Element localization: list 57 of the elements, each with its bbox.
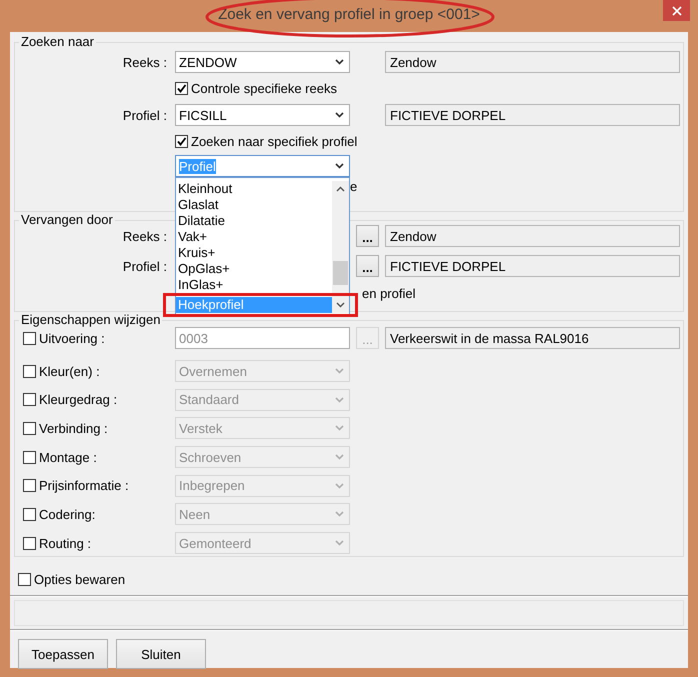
list-option[interactable]: Kleinhout — [176, 181, 332, 197]
caret-icon — [335, 540, 344, 546]
caret-icon — [335, 163, 344, 169]
caret-icon — [335, 425, 344, 432]
checkbox[interactable] — [23, 332, 36, 344]
group-title: Eigenschappen wijzigen — [19, 312, 162, 328]
field-label: Profiel : — [122, 108, 168, 122]
group-title: Vervangen door — [19, 212, 115, 228]
list-option[interactable]: Glaslat — [176, 197, 332, 213]
checkbox-label: Uitvoering : — [39, 330, 105, 346]
list-option[interactable]: Vak+ — [176, 229, 332, 245]
checkbox-label: Zoeken naar specifiek profiel — [191, 134, 358, 148]
checkbox-label: Kleur(en) : — [39, 364, 100, 378]
list-option[interactable]: Dilatatie — [176, 213, 332, 229]
list-option[interactable]: InGlas+ — [176, 277, 332, 293]
checkbox-label: Kleurgedrag : — [39, 392, 118, 408]
close-button[interactable] — [663, 0, 690, 21]
description-field: Zendow — [385, 225, 680, 247]
description-field: FICTIEVE DORPEL — [385, 255, 680, 277]
caret-icon — [335, 59, 344, 65]
dialog-button[interactable]: Toepassen — [18, 639, 108, 669]
scrollbar-thumb[interactable] — [333, 261, 348, 285]
field-label: Reeks : — [122, 54, 168, 70]
checkbox[interactable] — [175, 82, 188, 94]
dropdown[interactable]: FICSILL — [175, 104, 350, 126]
caret-icon — [335, 454, 344, 460]
caret-icon — [335, 368, 344, 374]
checkbox-label: e — [350, 178, 358, 194]
list-option[interactable]: Kruis+ — [176, 245, 332, 261]
dropdown[interactable]: ZENDOW — [175, 51, 350, 73]
caret-icon — [335, 396, 344, 403]
description-field: Zendow — [385, 51, 680, 73]
scroll-down-icon[interactable] — [336, 302, 345, 308]
dialog-button[interactable]: Sluiten — [116, 639, 206, 669]
checkbox-label: Opties bewaren — [34, 572, 126, 586]
checkbox-label: Codering: — [39, 506, 96, 522]
checkbox[interactable] — [18, 572, 31, 586]
scrollbar[interactable] — [332, 181, 349, 313]
checkbox-label: Controle specifieke reeks — [191, 80, 337, 96]
checkbox-label: Verbinding : — [39, 420, 108, 436]
description-field: FICTIEVE DORPEL — [385, 104, 680, 126]
field-label: Profiel : — [122, 258, 168, 274]
caret-icon — [335, 511, 344, 518]
description-field: Verkeerswit in de massa RAL9016 — [385, 327, 680, 349]
checkbox-label: Routing : — [39, 536, 92, 551]
browse-button[interactable]: ... — [356, 225, 379, 247]
checkbox-label: en profiel — [362, 286, 416, 300]
browse-button[interactable]: ... — [356, 255, 379, 277]
field-label: Reeks : — [122, 228, 168, 244]
checkbox-label: Prijsinformatie : — [39, 478, 129, 494]
caret-icon — [335, 482, 344, 489]
caret-icon — [335, 112, 344, 118]
checkbox[interactable] — [175, 134, 188, 148]
list-option[interactable]: OpGlas+ — [176, 261, 332, 277]
checkbox-label: Montage : — [39, 450, 97, 465]
scroll-up-icon[interactable] — [336, 186, 345, 192]
close-icon — [672, 6, 682, 16]
